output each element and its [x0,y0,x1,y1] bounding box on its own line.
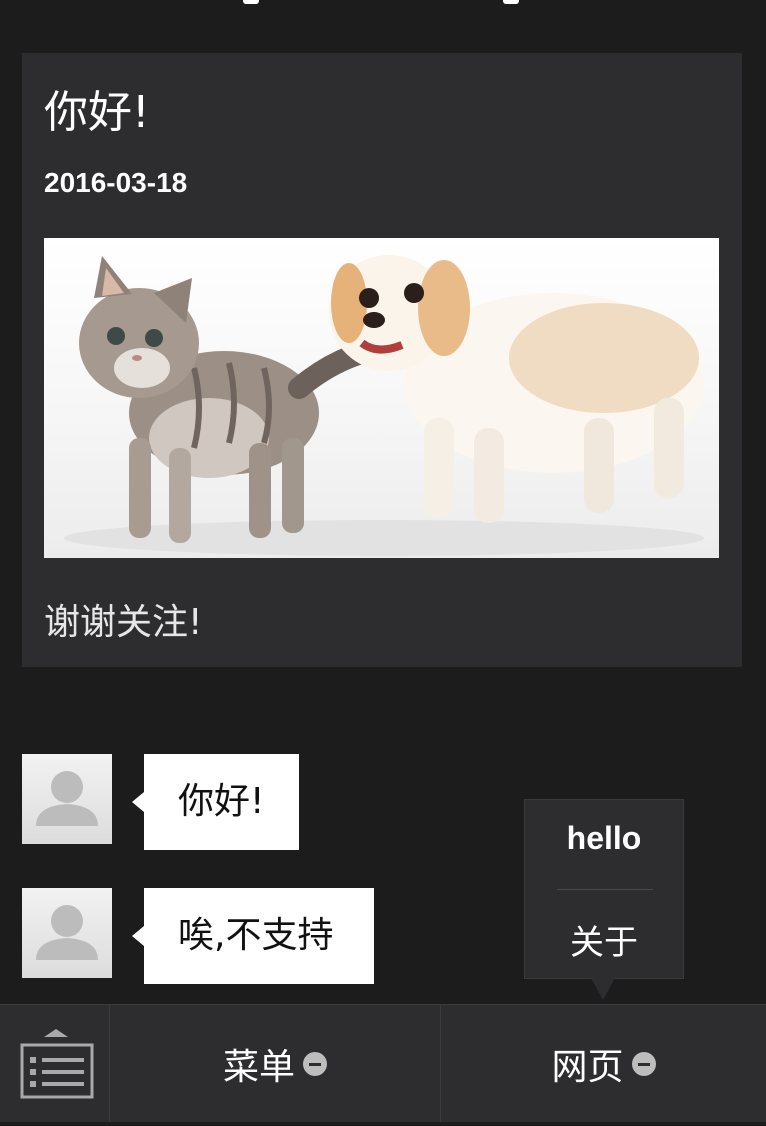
article-card[interactable]: 你好! 2016-03-18 谢谢关注! [22,53,742,667]
article-title: 你好! [44,87,150,138]
message-avatar[interactable] [22,754,112,844]
keyboard-toggle-icon [20,1029,94,1099]
submenu-popup: hello 关于 [524,799,684,979]
page-header-title-clipped [0,0,766,12]
bottom-menu-bar: 菜单 网页 [0,1004,766,1122]
kitten-and-puppy-photo [64,255,704,556]
default-user-avatar-icon [36,771,98,826]
submenu-pointer [591,978,615,1000]
menu-tab-label: 网页 [551,1046,624,1088]
message-bubble: 唉,不支持 [132,888,374,984]
keyboard-toggle-button[interactable] [0,1005,110,1122]
menu-tab-webpage[interactable]: 网页 [441,1005,766,1122]
collapse-circle-icon [303,1051,327,1076]
collapse-circle-icon [631,1051,656,1076]
submenu-item-about[interactable]: 关于 [525,915,683,964]
article-date: 2016-03-18 [44,167,188,198]
message-avatar[interactable] [22,888,112,978]
submenu-divider [557,889,653,890]
article-image[interactable] [44,238,719,558]
submenu-item-hello[interactable]: hello [525,820,683,857]
message-bubble: 你好! [132,754,299,850]
menu-tab-label: 菜单 [222,1046,295,1088]
menu-tab-menu[interactable]: 菜单 [110,1005,441,1122]
article-footer-text: 谢谢关注! [44,602,203,643]
default-user-avatar-icon [36,905,98,960]
